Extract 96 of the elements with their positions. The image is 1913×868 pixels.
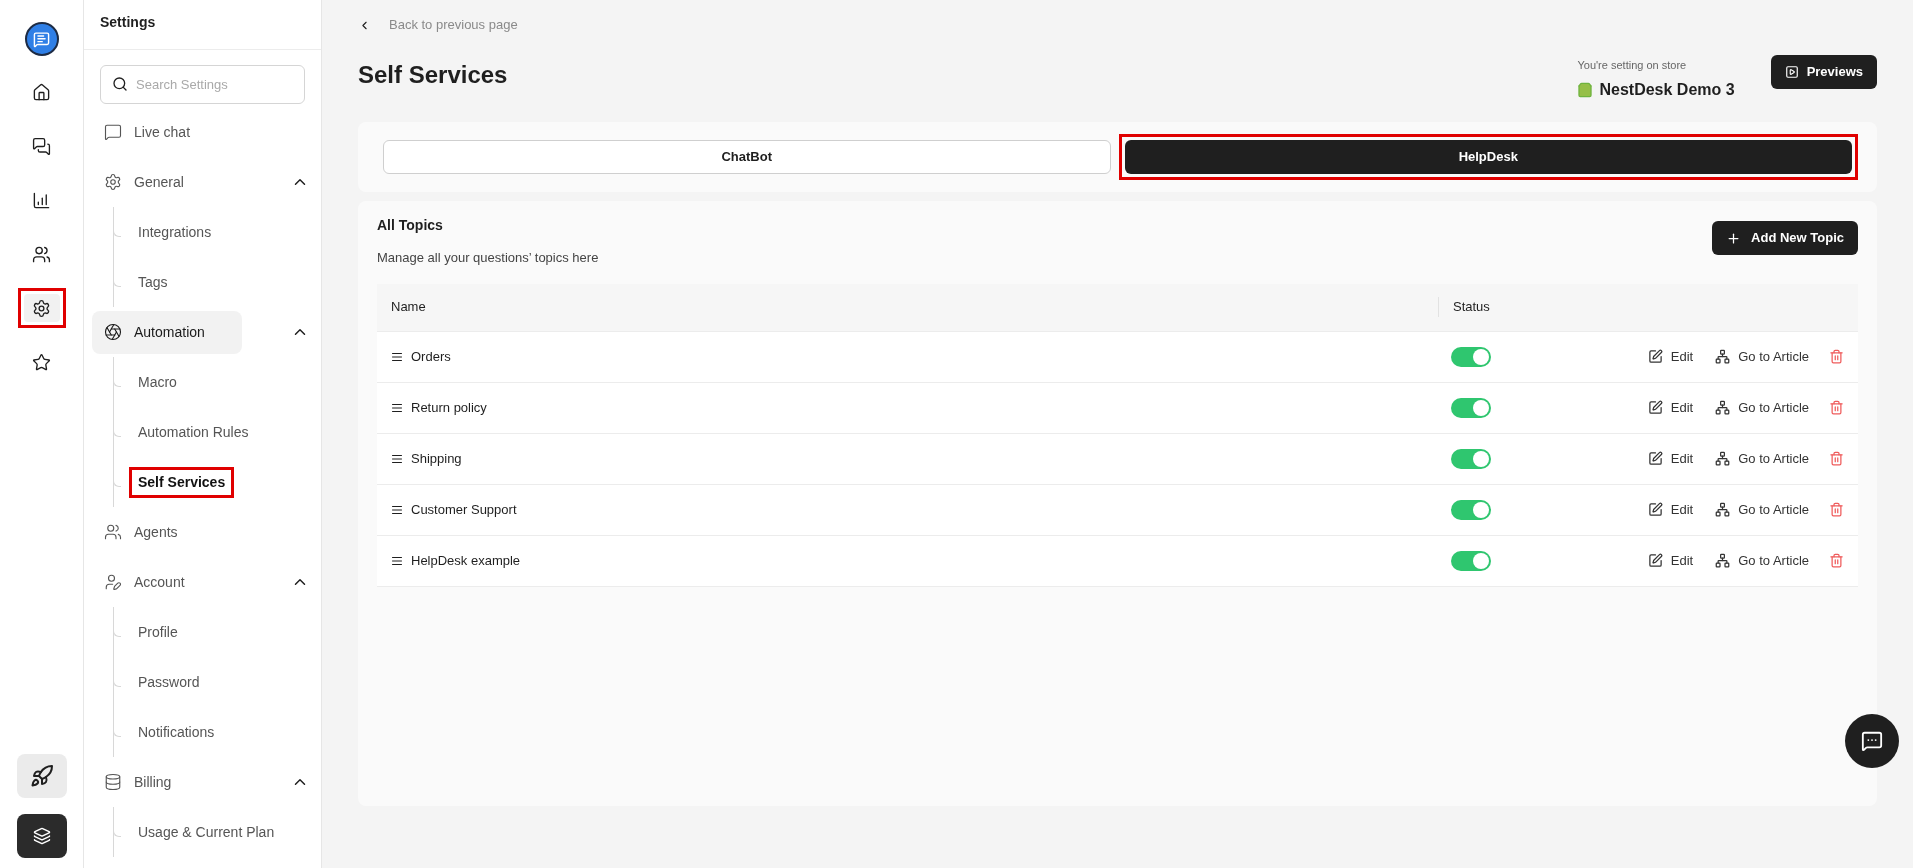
layers-icon [32,827,51,845]
sidebar-subitem[interactable]: Usage & Current Plan [129,816,284,848]
chat-launcher[interactable] [1845,714,1899,768]
edit-button[interactable]: Edit [1647,550,1694,571]
add-topic-button[interactable]: Add New Topic [1712,221,1858,255]
home-icon [32,82,51,102]
go-to-article-button[interactable]: Go to Article [1715,550,1809,571]
rail-button[interactable] [23,294,60,322]
star-icon [32,352,51,372]
chat-bubble-icon [104,123,122,141]
settings-icon [32,298,51,318]
topic-name: Orders [411,347,451,366]
sidebar-item[interactable]: Account [92,560,242,604]
drag-handle-icon[interactable] [391,503,403,516]
go-to-article-button[interactable]: Go to Article [1715,499,1809,520]
trash-icon [1829,451,1844,466]
play-icon [1784,65,1799,79]
sidebar-item[interactable]: Live chat [92,110,242,154]
status-toggle[interactable] [1451,550,1491,571]
users-icon [104,523,122,541]
tree-icon [1715,553,1731,568]
tree-icon [1715,400,1731,415]
topic-name: Customer Support [411,500,517,519]
trash-icon [1829,400,1844,415]
status-toggle[interactable] [1451,448,1491,469]
page-title: Self Services [358,60,508,90]
edit-button[interactable]: Edit [1647,448,1694,469]
aperture-icon [104,323,122,341]
delete-button[interactable] [1829,502,1844,517]
delete-button[interactable] [1829,553,1844,568]
users-icon [32,244,51,264]
go-to-article-button[interactable]: Go to Article [1715,448,1809,469]
go-to-article-button[interactable]: Go to Article [1715,346,1809,367]
sidebar-item[interactable]: Automation [92,310,242,354]
sidebar-subitem[interactable]: Macro [129,366,186,398]
status-toggle[interactable] [1451,499,1491,520]
trash-icon [1829,349,1844,364]
drag-handle-icon[interactable] [391,554,403,567]
section-title: All Topics [377,216,444,235]
drag-handle-icon[interactable] [391,452,403,465]
tab[interactable]: HelpDesk [1124,140,1852,174]
delete-button[interactable] [1829,349,1844,364]
database-icon [104,773,122,791]
drag-handle-icon[interactable] [391,350,403,363]
user-pen-icon [104,573,122,591]
delete-button[interactable] [1829,400,1844,415]
layers-button[interactable] [16,814,67,858]
previews-button[interactable]: Previews [1770,55,1877,89]
sidebar-title: Settings [100,14,156,30]
rocket-icon [29,764,54,788]
sidebar-item[interactable]: General [92,160,242,204]
sidebar-subitem[interactable]: Password [129,666,209,698]
edit-icon [1647,400,1663,415]
app-logo[interactable] [24,22,59,56]
column-header: Name [377,297,1439,317]
status-toggle[interactable] [1451,397,1491,418]
tree-icon [1715,451,1731,466]
sidebar-subitem[interactable]: Profile [129,616,187,648]
trash-icon [1829,502,1844,517]
tab[interactable]: ChatBot [383,140,1111,174]
plus-icon [1726,230,1742,246]
sidebar-item[interactable]: Agents [92,510,242,554]
bar-chart-icon [32,190,51,210]
sidebar-subitem[interactable]: Notifications [129,716,224,748]
settings-icon [104,173,122,191]
topic-name: Shipping [411,449,462,468]
sidebar-subitem[interactable]: Self Services [129,466,235,498]
delete-button[interactable] [1829,451,1844,466]
drag-handle-icon[interactable] [391,401,403,414]
sidebar-item[interactable]: Billing [92,760,242,804]
edit-icon [1647,502,1663,517]
chat-bubbles-icon [32,136,51,156]
rocket-button[interactable] [16,754,67,798]
tree-icon [1715,502,1731,517]
chat-icon [1861,730,1883,752]
edit-icon [1647,553,1663,568]
sidebar-subitem[interactable]: Integrations [129,216,221,248]
topic-name: Return policy [411,398,487,417]
tree-icon [1715,349,1731,364]
trash-icon [1829,553,1844,568]
edit-button[interactable]: Edit [1647,397,1694,418]
topic-name: HelpDesk example [411,551,521,570]
column-header: Status [1452,298,1490,317]
status-toggle[interactable] [1451,346,1491,367]
edit-button[interactable]: Edit [1647,499,1694,520]
sidebar-subitem[interactable]: Automation Rules [129,416,258,448]
edit-icon [1647,451,1663,466]
go-to-article-button[interactable]: Go to Article [1715,397,1809,418]
search-field[interactable]: Search Settings [100,65,305,104]
sidebar-subitem[interactable]: Tags [129,266,177,298]
section-subtitle: Manage all your questions’ topics here [377,249,599,267]
edit-icon [1647,349,1663,364]
store-label: You're setting on store [1577,58,1688,73]
edit-button[interactable]: Edit [1647,346,1694,367]
search-icon [112,76,128,92]
store-name: NestDesk Demo 3 [1599,79,1735,100]
